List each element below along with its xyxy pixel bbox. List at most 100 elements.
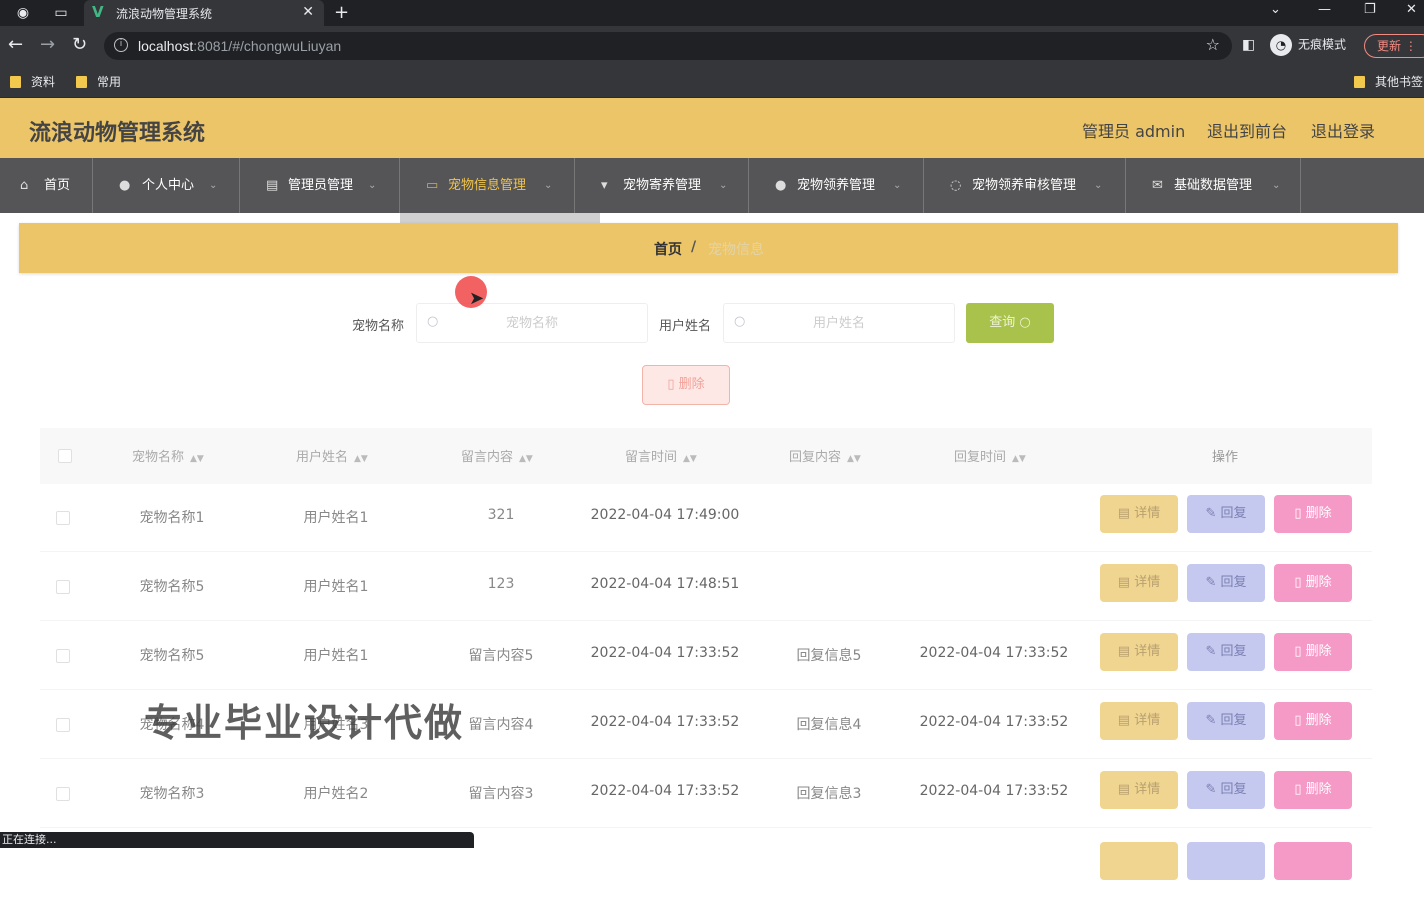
reply-button[interactable]: ✎ 回复 [1187, 633, 1265, 671]
sort-icon[interactable]: ▲▼ [847, 454, 861, 464]
document-icon: ▤ [1117, 782, 1131, 797]
globe-icon[interactable]: ◉ [14, 4, 32, 22]
back-icon[interactable]: ← [8, 34, 23, 56]
th-content[interactable]: 留言内容 ▲▼ [461, 446, 533, 465]
close-icon[interactable]: ✕ [302, 4, 314, 20]
cell-time: 2022-04-04 17:33:52 [590, 714, 740, 730]
query-button[interactable]: 查询 ○ [966, 303, 1054, 343]
delete-button[interactable]: ▯ 删除 [1274, 771, 1352, 809]
reply-button[interactable]: ✎ 回复 [1187, 564, 1265, 602]
chevron-down-icon[interactable]: ⌄ [1270, 2, 1281, 17]
trash-icon: ▯ [1294, 644, 1302, 659]
reply-button[interactable]: ✎ 回复 [1187, 702, 1265, 740]
menu-item-admin[interactable]: ▤ 管理员管理 ⌄ [240, 158, 400, 213]
sort-icon[interactable]: ▲▼ [1012, 454, 1026, 464]
url-text[interactable]: localhost:8081/#/chongwuLiuyan [138, 38, 341, 54]
detail-button[interactable]: ▤ 详情 [1100, 495, 1178, 533]
row-checkbox[interactable] [56, 580, 70, 594]
cell-reply-time: 2022-04-04 17:33:52 [919, 645, 1069, 661]
pet-name-label: 宠物名称 [352, 319, 405, 334]
menu-item-foster[interactable]: ▾ 宠物寄养管理 ⌄ [575, 158, 749, 213]
watermark-text: 专业毕业设计代做 [144, 701, 465, 745]
folder-icon [76, 76, 87, 88]
restore-icon[interactable]: ❐ [1364, 2, 1376, 17]
menu-item-adopt[interactable]: ● 宠物领养管理 ⌄ [749, 158, 924, 213]
window-close-icon[interactable]: ✕ [1406, 2, 1417, 17]
folder-icon [10, 76, 21, 88]
th-reply-time[interactable]: 回复时间 ▲▼ [954, 446, 1026, 465]
status-bar: 正在连接... [0, 832, 474, 848]
delete-button[interactable]: ▯ 删除 [1274, 633, 1352, 671]
menu-item-profile[interactable]: ● 个人中心 ⌄ [93, 158, 240, 213]
cell-user: 用户姓名1 [303, 510, 369, 526]
user-icon: ● [119, 178, 131, 193]
row-checkbox[interactable] [56, 649, 70, 663]
breadcrumb: 首页 / 宠物信息 [19, 223, 1398, 273]
sort-icon[interactable]: ▲▼ [354, 454, 368, 464]
row-checkbox[interactable] [56, 787, 70, 801]
logout-link[interactable]: 退出登录 [1311, 118, 1375, 142]
user-name-input[interactable] [754, 304, 924, 342]
sidebar-icon[interactable]: ◧ [1242, 34, 1255, 56]
pet-name-field[interactable]: ○ [416, 303, 648, 343]
trash-icon: ▯ [1294, 782, 1302, 797]
breadcrumb-home[interactable]: 首页 [654, 239, 682, 259]
reload-icon[interactable]: ↻ [72, 34, 87, 56]
select-all-checkbox[interactable] [58, 449, 72, 463]
cell-content: 留言内容5 [468, 648, 534, 664]
new-tab-icon[interactable]: + [334, 2, 349, 23]
menu-item-pet-info[interactable]: ▭ 宠物信息管理 ⌄ [400, 158, 575, 213]
user-icon: ● [775, 178, 787, 193]
row-checkbox[interactable] [56, 511, 70, 525]
delete-button[interactable]: ▯ 删除 [1274, 702, 1352, 740]
menu-item-basic-data[interactable]: ✉ 基础数据管理 ⌄ [1126, 158, 1301, 213]
sort-icon[interactable]: ▲▼ [190, 454, 204, 464]
star-icon[interactable]: ☆ [1206, 35, 1220, 54]
browser-tab[interactable]: V 流浪动物管理系统 ✕ [84, 0, 324, 26]
cell-time: 2022-04-04 17:49:00 [590, 507, 740, 523]
window-icon[interactable]: ▭ [52, 4, 70, 22]
th-time[interactable]: 留言时间 ▲▼ [625, 446, 697, 465]
th-pet-name[interactable]: 宠物名称 ▲▼ [132, 446, 204, 465]
th-user-name[interactable]: 用户姓名 ▲▼ [296, 446, 368, 465]
chevron-down-icon: ⌄ [209, 180, 218, 191]
menu-item-adopt-review[interactable]: ◌ 宠物领养审核管理 ⌄ [924, 158, 1126, 213]
forward-icon[interactable]: → [40, 34, 55, 56]
cell-pet: 宠物名称5 [139, 579, 205, 595]
power-icon: ◌ [950, 178, 962, 193]
cell-user: 用户姓名1 [303, 648, 369, 664]
reply-button[interactable]: ✎ 回复 [1187, 495, 1265, 533]
reply-button[interactable]: ✎ 回复 [1187, 771, 1265, 809]
exit-to-front-link[interactable]: 退出到前台 [1207, 118, 1287, 142]
batch-delete-button[interactable]: ▯ 删除 [642, 365, 730, 405]
bookmark-folder[interactable]: 资料 [10, 73, 55, 90]
table-row: 宠物名称5 用户姓名1 留言内容5 2022-04-04 17:33:52 回复… [40, 621, 1372, 690]
other-bookmarks[interactable]: 其他书签 [1354, 73, 1423, 90]
detail-button[interactable]: ▤ 详情 [1100, 771, 1178, 809]
bookmark-folder[interactable]: 常用 [76, 73, 121, 90]
minimize-icon[interactable]: — [1318, 2, 1331, 17]
delete-button[interactable]: ▯ 删除 [1274, 495, 1352, 533]
user-name-field[interactable]: ○ [723, 303, 955, 343]
update-button[interactable]: 更新 ⋮ [1364, 34, 1424, 58]
address-bar[interactable]: i localhost:8081/#/chongwuLiuyan ☆ [104, 32, 1232, 60]
chevron-down-icon: ⌄ [544, 180, 553, 191]
detail-button[interactable]: ▤ 详情 [1100, 702, 1178, 740]
th-reply[interactable]: 回复内容 ▲▼ [789, 446, 861, 465]
detail-button[interactable]: ▤ 详情 [1100, 564, 1178, 602]
user-name-label: 用户姓名 [659, 319, 712, 334]
detail-button[interactable]: ▤ 详情 [1100, 633, 1178, 671]
incognito-icon: ◔ [1270, 34, 1292, 56]
sort-icon[interactable]: ▲▼ [683, 454, 697, 464]
row-checkbox[interactable] [56, 718, 70, 732]
table-row: 宠物名称1 用户姓名1 321 2022-04-04 17:49:00 ▤ 详情… [40, 483, 1372, 552]
browser-chrome: ◉ ▭ V 流浪动物管理系统 ✕ + ⌄ — ❐ ✕ ← → ↻ i local… [0, 0, 1424, 98]
pet-name-input[interactable] [447, 304, 617, 342]
delete-button[interactable]: ▯ 删除 [1274, 564, 1352, 602]
info-icon[interactable]: i [114, 38, 128, 52]
home-icon: ⌂ [20, 178, 29, 193]
document-icon: ▤ [1117, 644, 1131, 659]
incognito-indicator[interactable]: ◔ 无痕模式 [1270, 34, 1346, 56]
sort-icon[interactable]: ▲▼ [519, 454, 533, 464]
menu-item-home[interactable]: ⌂ 首页 [0, 158, 93, 213]
